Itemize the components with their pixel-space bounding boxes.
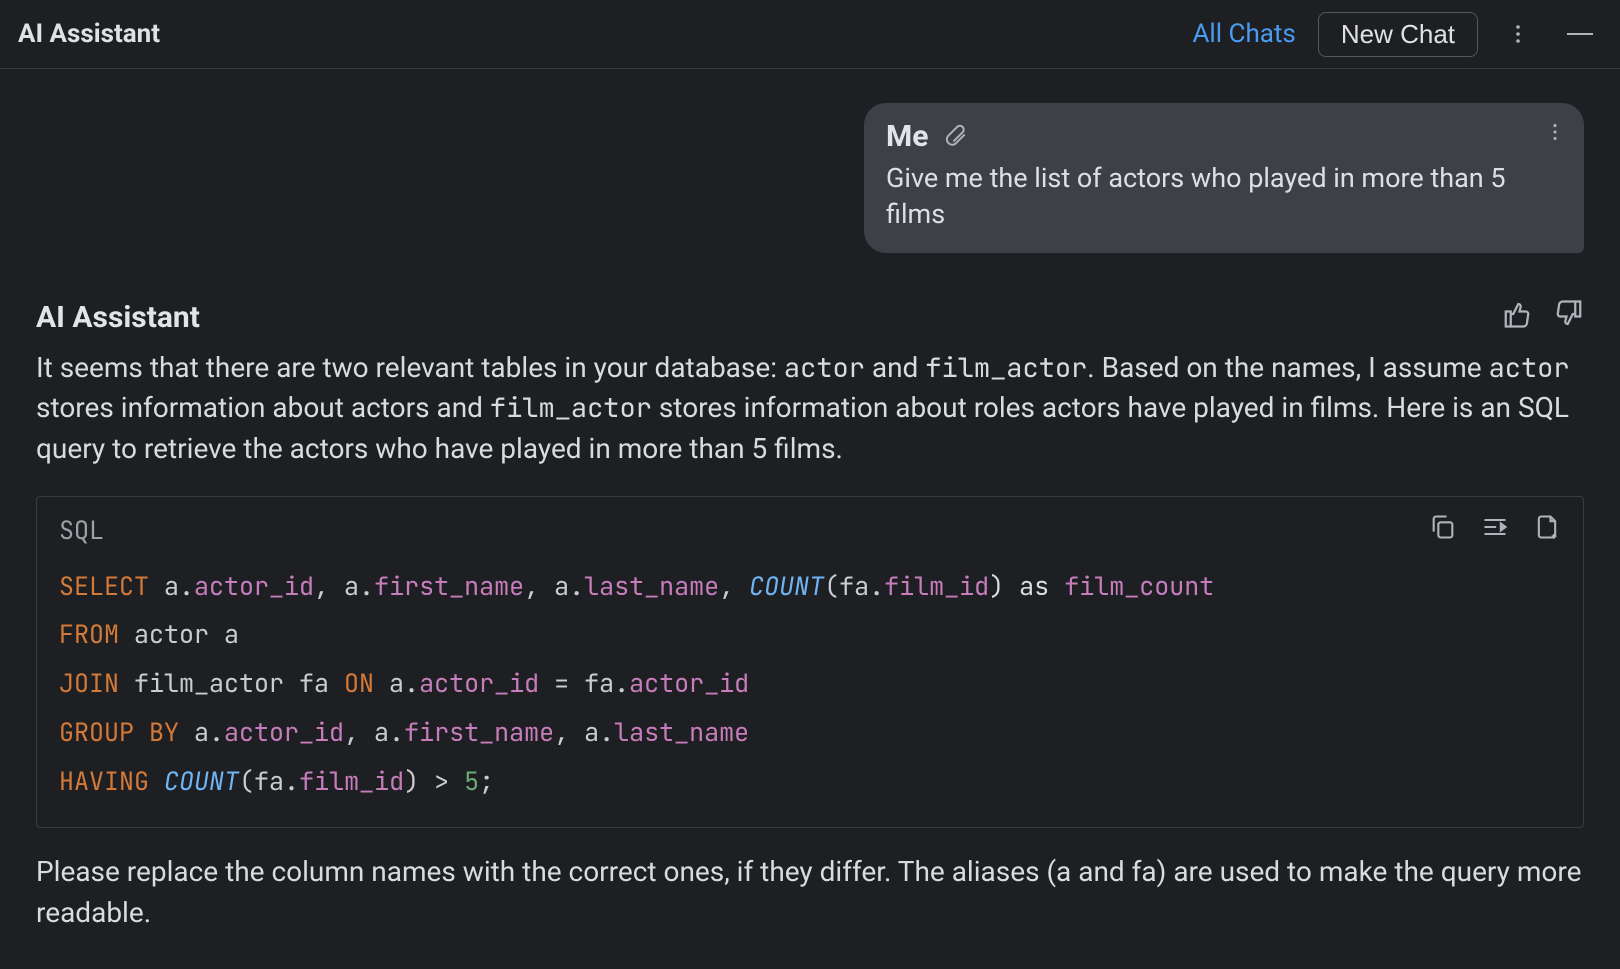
insert-code-icon[interactable] — [1481, 513, 1509, 548]
user-message-more-icon[interactable] — [1544, 121, 1566, 150]
app-title: AI Assistant — [18, 19, 160, 49]
all-chats-link[interactable]: All Chats — [1192, 19, 1295, 49]
user-message-row: Me Give me the list of actors who played… — [36, 103, 1584, 253]
chat-body: Me Give me the list of actors who played… — [0, 69, 1620, 934]
code-language-label: SQL — [59, 513, 104, 547]
more-options-icon[interactable] — [1496, 12, 1540, 56]
app-header: AI Assistant All Chats New Chat — [0, 0, 1620, 69]
thumbs-up-icon[interactable] — [1502, 299, 1532, 336]
user-message-text: Give me the list of actors who played in… — [886, 160, 1562, 233]
user-author-label: Me — [886, 119, 928, 154]
attachment-icon[interactable] — [942, 122, 968, 155]
new-chat-button[interactable]: New Chat — [1318, 12, 1478, 57]
sql-code-content: SELECT a.actor_id, a.first_name, a.last_… — [59, 562, 1561, 806]
assistant-intro-text: It seems that there are two relevant tab… — [36, 348, 1584, 470]
minimize-icon[interactable] — [1558, 12, 1602, 56]
thumbs-down-icon[interactable] — [1554, 299, 1584, 336]
copy-code-icon[interactable] — [1429, 513, 1457, 548]
assistant-header: AI Assistant — [36, 299, 1584, 336]
assistant-author-label: AI Assistant — [36, 300, 200, 335]
new-file-code-icon[interactable] — [1533, 513, 1561, 548]
assistant-footnote-text: Please replace the column names with the… — [36, 852, 1584, 933]
user-message-bubble: Me Give me the list of actors who played… — [864, 103, 1584, 253]
sql-code-block: SQL SELECT a.actor_id, a.first_name, a.l… — [36, 496, 1584, 829]
